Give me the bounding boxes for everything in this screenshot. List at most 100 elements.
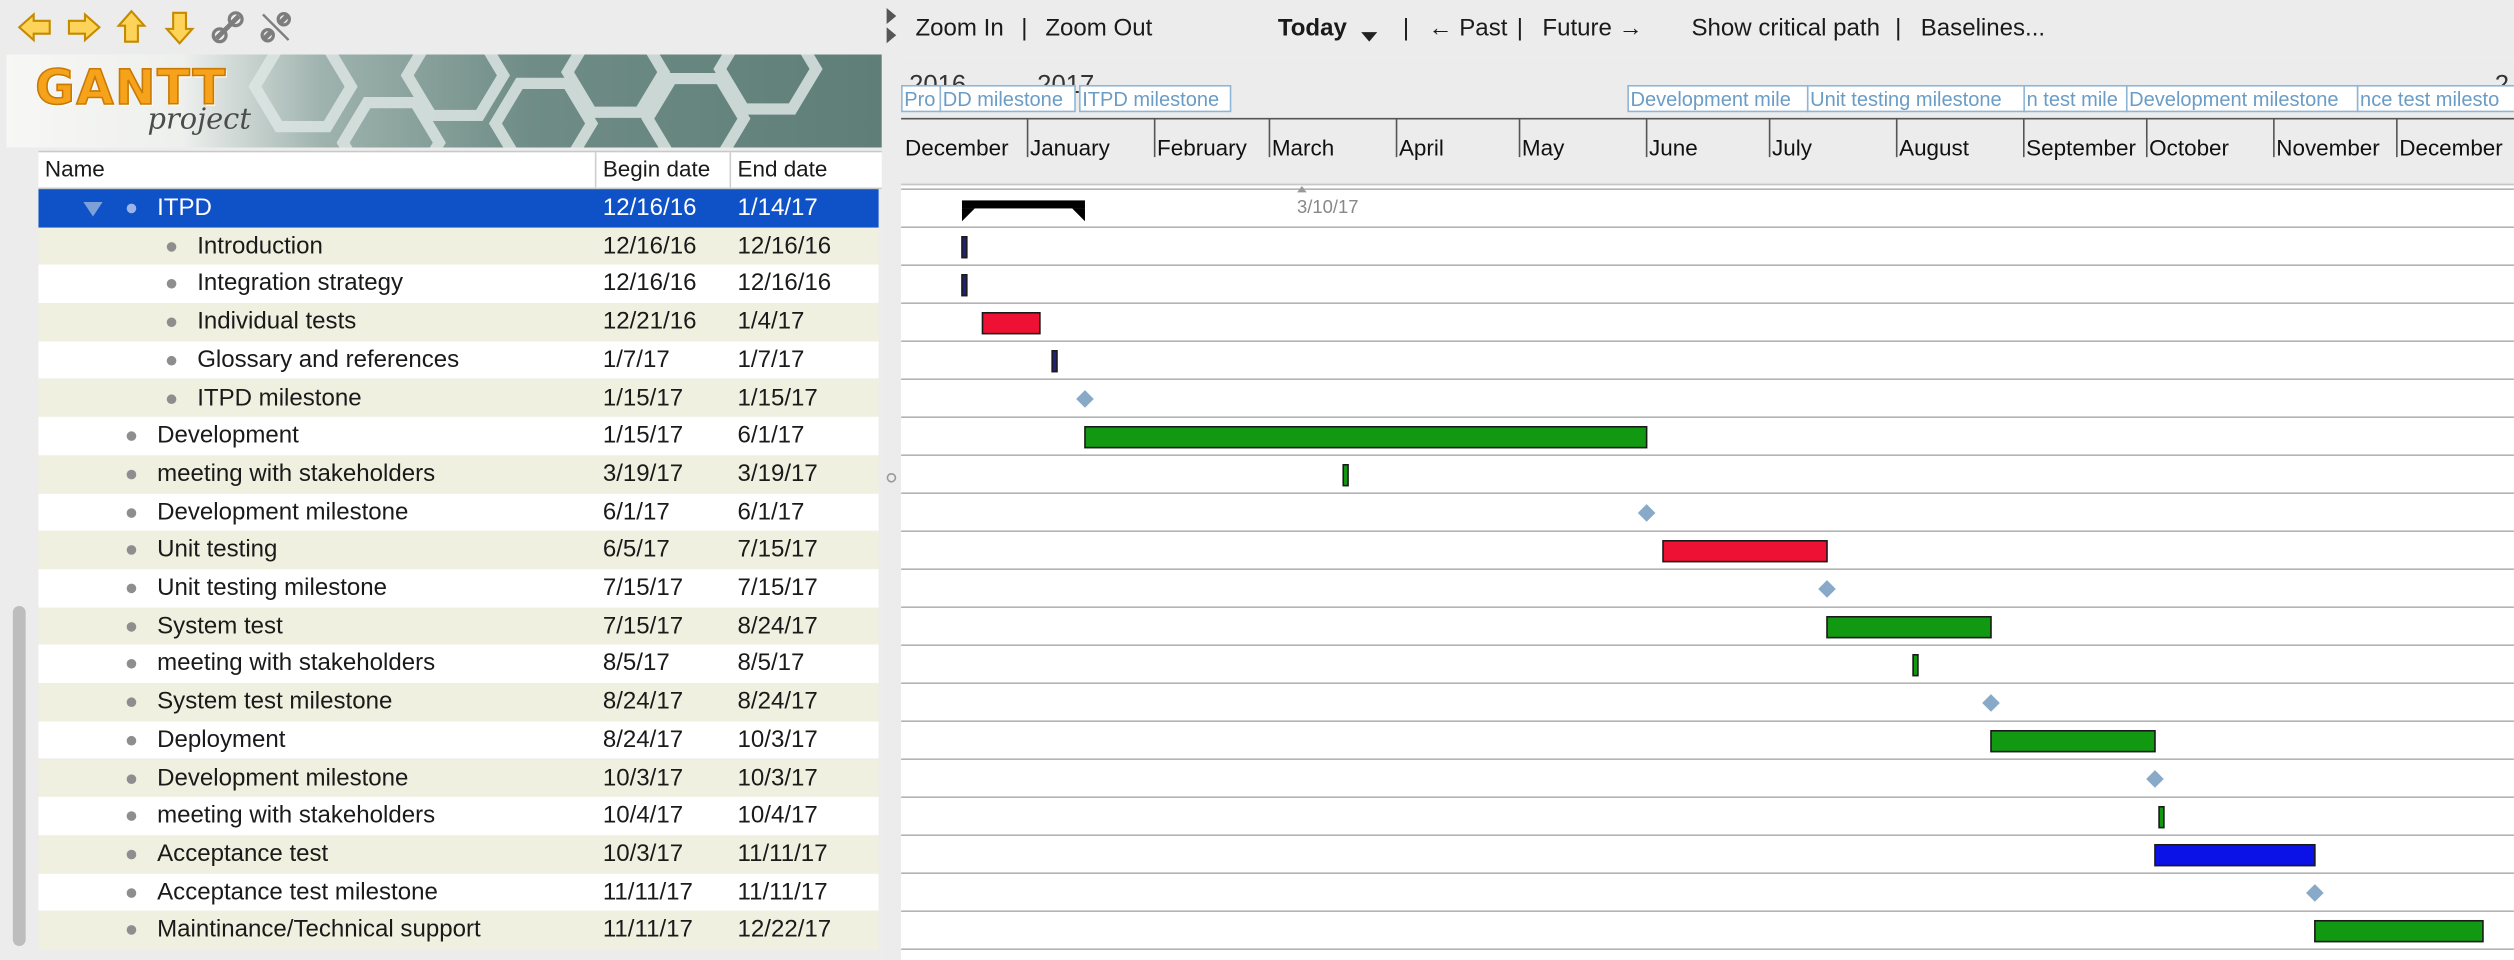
arrow-up-icon[interactable] (112, 8, 150, 46)
month-label: November (2276, 136, 2380, 161)
unlink-icon[interactable] (257, 8, 295, 46)
vertical-scrollbar[interactable] (12, 606, 26, 946)
task-bar[interactable] (1662, 539, 1828, 563)
task-row[interactable]: Integration strategy 12/16/16 12/16/16 (38, 265, 879, 304)
task-bar[interactable] (1826, 615, 1992, 639)
task-begin-date: 7/15/17 (602, 573, 684, 602)
milestone-diamond[interactable] (1637, 504, 1656, 522)
task-bullet-icon (126, 887, 137, 898)
task-row[interactable]: Development 1/15/17 6/1/17 (38, 417, 879, 456)
task-row[interactable]: Maintinance/Technical support 11/11/17 12/… (38, 911, 879, 950)
task-bar[interactable] (1084, 425, 1648, 449)
task-bullet-icon (126, 659, 137, 670)
task-row[interactable]: Introduction 12/16/16 12/16/16 (38, 227, 879, 266)
task-name: Glossary and references (197, 345, 460, 374)
splitter-grip-icon[interactable] (886, 472, 897, 483)
milestone-caption: nce test milesto (2356, 84, 2514, 113)
task-row[interactable]: System test milestone 8/24/17 8/24/17 (38, 683, 879, 722)
task-end-date: 12/22/17 (737, 915, 832, 944)
task-row[interactable]: meeting with stakeholders 3/19/17 3/19/17 (38, 455, 879, 494)
task-row[interactable]: meeting with stakeholders 8/5/17 8/5/17 (38, 645, 879, 684)
column-header-name[interactable]: Name (38, 152, 597, 188)
task-row[interactable]: Glossary and references 1/7/17 1/7/17 (38, 341, 879, 380)
milestone-diamond[interactable] (1076, 390, 1094, 408)
arrow-right-icon[interactable] (64, 8, 102, 46)
arrow-down-icon[interactable] (160, 8, 198, 46)
task-bullet-icon (126, 203, 137, 214)
column-header-begin-date[interactable]: Begin date (596, 152, 732, 188)
milestone-caption: Development mile (1627, 84, 1809, 113)
collapse-left-icon[interactable] (886, 8, 897, 25)
task-end-date: 11/11/17 (737, 877, 828, 906)
task-begin-date: 11/11/17 (602, 877, 693, 906)
pane-splitter[interactable] (881, 0, 902, 960)
expand-triangle-icon[interactable] (83, 202, 103, 217)
task-row[interactable]: Development milestone 6/1/17 6/1/17 (38, 493, 879, 532)
task-row[interactable]: ITPD milestone 1/15/17 1/15/17 (38, 379, 879, 418)
milestone-diamond[interactable] (2146, 770, 2164, 788)
milestone-diamond[interactable] (1818, 580, 1836, 598)
future-button[interactable]: Future → (1542, 14, 1642, 41)
task-bar[interactable] (1342, 463, 1349, 487)
chevron-down-icon[interactable] (1360, 22, 1379, 49)
past-button[interactable]: ← Past (1429, 14, 1508, 41)
logo-subtitle: project (147, 102, 251, 137)
month-label: June (1649, 136, 1698, 161)
milestone-caption: DD milestone (939, 84, 1076, 113)
svg-text:DD milestone: DD milestone (943, 89, 1063, 111)
column-header-end-date[interactable]: End date (731, 152, 882, 187)
svg-text:nce test milesto: nce test milesto (2360, 89, 2499, 111)
task-row[interactable]: Deployment 8/24/17 10/3/17 (38, 721, 879, 760)
task-row[interactable]: Acceptance test milestone 11/11/17 11/11/1… (38, 873, 879, 912)
task-bar[interactable] (2314, 919, 2484, 943)
task-begin-date: 10/4/17 (602, 801, 684, 830)
arrow-left-icon[interactable] (16, 8, 54, 46)
task-table-body: ITPD 12/16/16 1/14/17 Introduction 12/16/16 1… (38, 189, 879, 955)
task-end-date: 12/16/16 (737, 231, 832, 260)
milestone-diamond[interactable] (1982, 694, 2000, 712)
task-bar[interactable] (961, 236, 968, 259)
task-bar[interactable] (2158, 805, 2165, 829)
summary-bar[interactable] (961, 200, 1085, 222)
gantt-app-window: GANTT project Name Begin date End date I… (0, 0, 2514, 960)
task-bullet-icon (166, 279, 177, 290)
milestone-caption: Development milestone (2125, 84, 2359, 113)
task-row[interactable]: Development milestone 10/3/17 10/3/17 (38, 759, 879, 798)
task-end-date: 12/16/16 (737, 269, 832, 298)
task-row[interactable]: Acceptance test 10/3/17 11/11/17 (38, 835, 879, 874)
svg-text:ITPD milestone: ITPD milestone (1082, 89, 1219, 111)
task-bar[interactable] (1051, 350, 1058, 373)
task-row[interactable]: meeting with stakeholders 10/4/17 10/4/17 (38, 797, 879, 836)
link-icon[interactable] (208, 8, 246, 46)
today-button[interactable]: Today (1278, 14, 1347, 41)
task-bar[interactable] (1912, 653, 1919, 677)
task-bar[interactable] (961, 274, 968, 297)
task-bullet-icon (126, 735, 137, 746)
task-bullet-icon (126, 697, 137, 708)
task-bullet-icon (166, 241, 177, 252)
show-critical-path-button[interactable]: Show critical path (1691, 14, 1879, 41)
task-begin-date: 7/15/17 (602, 611, 684, 640)
task-bar[interactable] (1990, 729, 2156, 753)
baselines-button[interactable]: Baselines... (1921, 14, 2045, 41)
task-bar[interactable] (2154, 843, 2316, 867)
task-row[interactable]: System test 7/15/17 8/24/17 (38, 607, 879, 646)
milestone-diamond[interactable] (2306, 884, 2324, 902)
task-row[interactable]: Unit testing 6/5/17 7/15/17 (38, 531, 879, 570)
task-end-date: 8/24/17 (737, 687, 818, 716)
task-bullet-icon (126, 773, 137, 784)
month-label: October (2149, 136, 2229, 161)
task-bullet-icon (126, 925, 137, 936)
task-row[interactable]: Unit testing milestone 7/15/17 7/15/17 (38, 569, 879, 608)
task-end-date: 8/24/17 (737, 611, 818, 640)
task-row[interactable]: ITPD 12/16/16 1/14/17 (38, 189, 879, 228)
task-end-date: 1/7/17 (737, 345, 805, 374)
task-begin-date: 8/24/17 (602, 687, 684, 716)
task-bar[interactable] (981, 312, 1041, 335)
zoom-in-button[interactable]: Zoom In (915, 14, 1003, 41)
month-label: January (1030, 136, 1111, 161)
task-row[interactable]: Individual tests 12/21/16 1/4/17 (38, 303, 879, 342)
expand-right-icon[interactable] (886, 27, 897, 44)
zoom-out-button[interactable]: Zoom Out (1045, 14, 1152, 41)
task-begin-date: 8/5/17 (602, 649, 670, 678)
